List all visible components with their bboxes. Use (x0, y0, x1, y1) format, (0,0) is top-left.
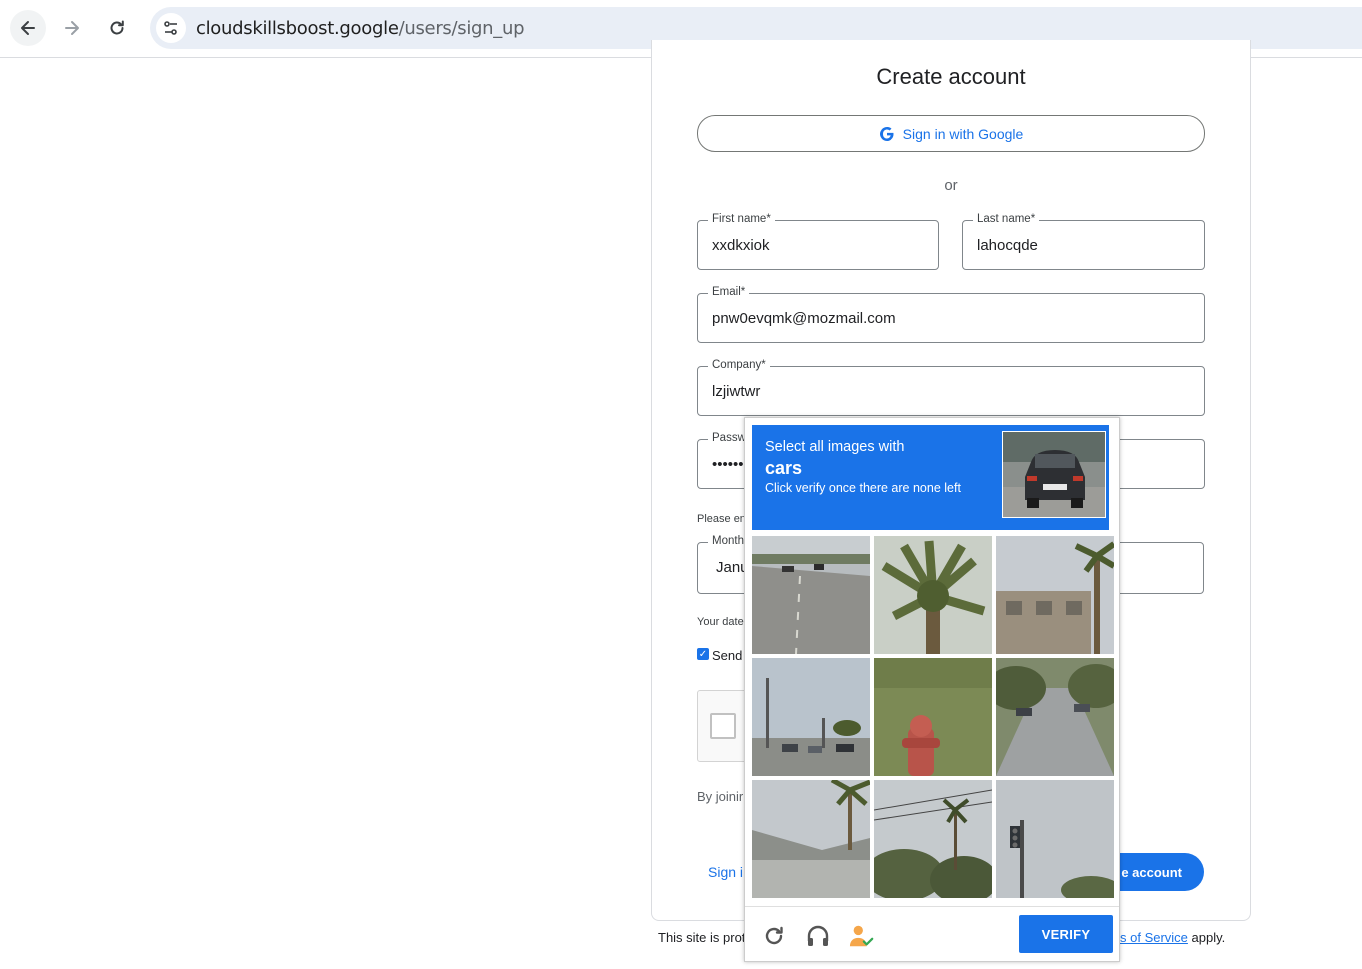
captcha-subinstruction: Click verify once there are none left (765, 481, 961, 495)
password-helper-text: Please en (697, 513, 746, 525)
headphones-icon (807, 925, 829, 946)
captcha-header: Select all images with cars Click verify… (752, 425, 1109, 530)
apply-text: apply. (1187, 930, 1226, 945)
reload-icon (765, 926, 783, 945)
url-path: /users/sign_up (398, 18, 525, 39)
forward-button[interactable] (54, 10, 90, 46)
recaptcha-checkbox[interactable] (710, 713, 736, 739)
email-value: pnw0evqmk@mozmail.com (712, 310, 896, 327)
tune-icon (164, 21, 177, 35)
captcha-info-button[interactable] (849, 923, 875, 949)
arrow-right-icon (65, 21, 79, 35)
captcha-instruction: Select all images with (765, 439, 905, 455)
reload-icon (110, 20, 124, 35)
captcha-tile-street-cars[interactable] (752, 658, 870, 776)
captcha-challenge: Select all images with cars Click verify… (744, 417, 1120, 962)
month-label: Month (708, 535, 748, 547)
password-value: •••••• (712, 456, 744, 473)
last-name-label: Last name* (973, 213, 1040, 225)
company-label: Company* (708, 359, 770, 371)
captcha-target: cars (765, 458, 803, 478)
google-button-label: Sign in with Google (902, 125, 1024, 142)
captcha-tile-house-roof[interactable] (752, 780, 870, 898)
reload-button[interactable] (99, 10, 135, 46)
email-label: Email* (708, 286, 750, 298)
company-field[interactable]: Company* lzjiwtwr (697, 359, 1205, 416)
dob-helper-text: Your date (697, 616, 744, 628)
email-field[interactable]: Email* pnw0evqmk@mozmail.com (697, 286, 1205, 343)
back-button[interactable] (10, 10, 46, 46)
create-account-label: e account (1121, 864, 1182, 880)
captcha-tile-road-with-cars[interactable] (752, 536, 870, 654)
arrow-left-icon (21, 21, 35, 35)
sign-in-link[interactable]: Sign i (708, 864, 743, 880)
last-name-field[interactable]: Last name* lahocqde (962, 213, 1205, 270)
captcha-footer: VERIFY (745, 906, 1119, 962)
send-updates-checkbox[interactable]: ✓ (697, 648, 709, 660)
page-title: Create account (876, 64, 1026, 89)
recaptcha-notice-text: This site is prot (658, 930, 746, 945)
google-logo-icon (879, 126, 894, 141)
or-divider: or (944, 177, 958, 194)
sign-in-with-google-button[interactable]: Sign in with Google (697, 115, 1205, 152)
info-person-icon (849, 925, 874, 947)
captcha-image-grid (752, 536, 1114, 900)
captcha-tile-residential-street[interactable] (996, 658, 1114, 776)
company-value: lzjiwtwr (712, 383, 761, 400)
captcha-tile-building-palm[interactable] (996, 536, 1114, 654)
send-updates-label: Send (712, 648, 743, 663)
captcha-example-image (1002, 431, 1106, 518)
terms-text: By joinir (697, 789, 744, 804)
terms-of-service-link[interactable]: s of Service (1120, 930, 1188, 945)
site-info-button[interactable] (156, 13, 186, 43)
captcha-tile-trees-power-lines[interactable] (874, 780, 992, 898)
first-name-field[interactable]: First name* xxdkxiok (697, 213, 939, 270)
first-name-label: First name* (708, 213, 775, 225)
captcha-tile-traffic-light[interactable] (996, 780, 1114, 898)
captcha-tile-palm-tree[interactable] (874, 536, 992, 654)
captcha-tile-fire-hydrant[interactable] (874, 658, 992, 776)
last-name-value: lahocqde (977, 237, 1038, 254)
url-text: cloudskillsboost.google/users/sign_up (196, 18, 525, 39)
captcha-reload-button[interactable] (761, 923, 787, 949)
recaptcha-notice-end: s of Service apply. (1120, 930, 1225, 945)
captcha-audio-button[interactable] (805, 923, 831, 949)
url-host: cloudskillsboost.google (196, 18, 399, 39)
verify-button[interactable]: VERIFY (1019, 915, 1113, 953)
first-name-value: xxdkxiok (712, 237, 770, 254)
